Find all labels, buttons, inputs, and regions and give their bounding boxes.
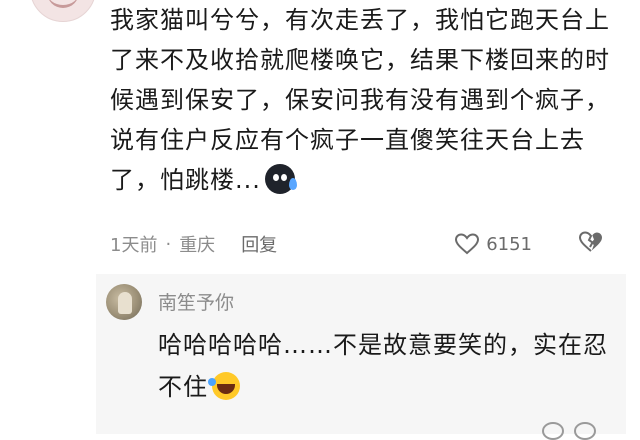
comment-meta: 1天前 · 重庆 回复 6151 (110, 228, 610, 260)
meta-separator: · (165, 233, 172, 255)
avatar-figure (118, 292, 132, 314)
dislike-button[interactable] (578, 230, 604, 259)
reply-body: 哈哈哈哈哈……不是故意要笑的，实在忍不住 (158, 324, 618, 408)
reply-like-icon[interactable] (542, 422, 564, 440)
reply-actions (542, 422, 596, 440)
comment-text: 我家猫叫兮兮，有次走丢了，我怕它跑天台上了来不及收拾就爬楼唤它，结果下楼回来的时… (110, 6, 610, 194)
like-button[interactable]: 6151 (454, 232, 532, 256)
reply-username[interactable]: 南笙予你 (158, 288, 234, 315)
like-count: 6151 (486, 233, 532, 255)
comment: 我家猫叫兮兮，有次走丢了，我怕它跑天台上了来不及收拾就爬楼唤它，结果下楼回来的时… (110, 0, 610, 200)
avatar-face (47, 0, 79, 8)
reply-dislike-icon[interactable] (574, 422, 596, 440)
comment-body: 我家猫叫兮兮，有次走丢了，我怕它跑天台上了来不及收拾就爬楼唤它，结果下楼回来的时… (110, 0, 610, 200)
comment-location: 重庆 (179, 235, 216, 256)
reply-avatar[interactable] (106, 284, 142, 320)
commenter-avatar[interactable] (30, 0, 96, 22)
sweat-face-icon (264, 164, 297, 194)
rolling-laughing-icon (208, 372, 240, 400)
reply-thread: 南笙予你 哈哈哈哈哈……不是故意要笑的，实在忍不住 (96, 274, 626, 440)
heart-icon (455, 233, 480, 255)
comment-time: 1天前 (110, 235, 158, 256)
reply-button[interactable]: 回复 (241, 231, 277, 257)
broken-heart-icon (578, 230, 602, 252)
